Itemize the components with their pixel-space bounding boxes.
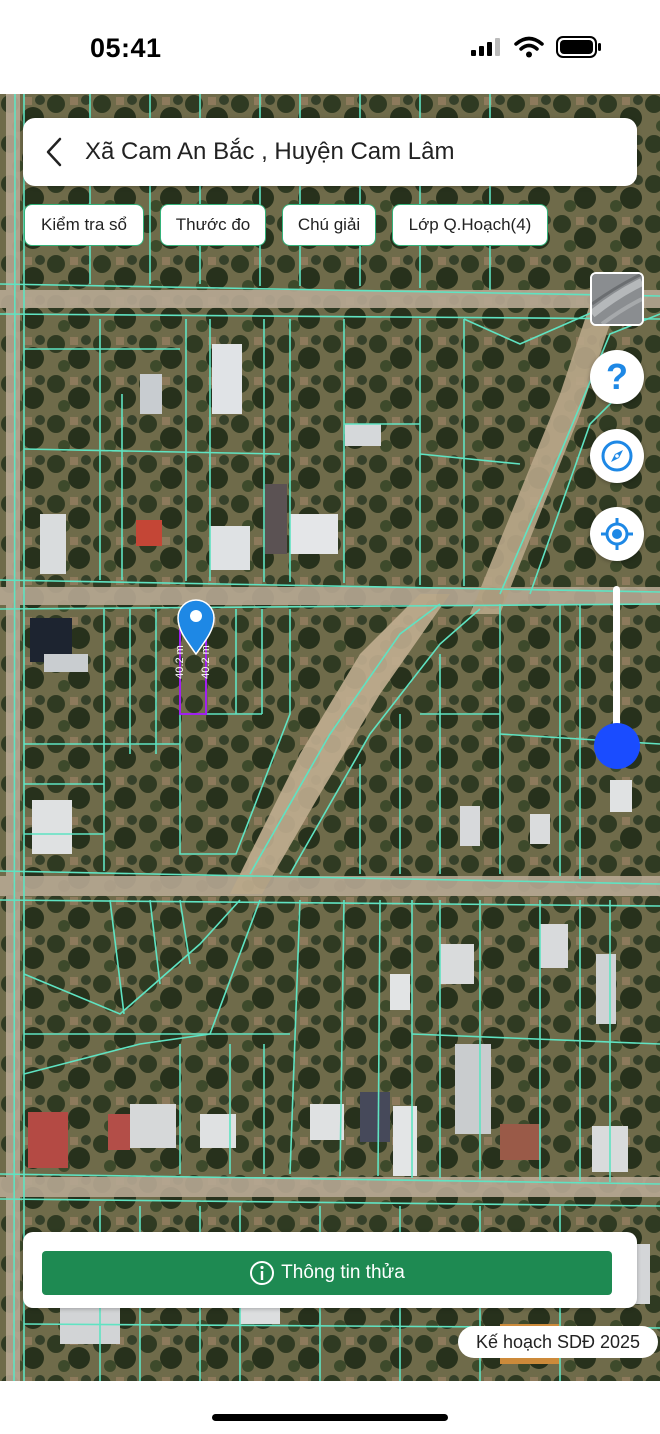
map-layer-switch[interactable] xyxy=(590,272,644,326)
info-icon xyxy=(250,1261,275,1285)
status-icons xyxy=(470,36,602,58)
locate-button[interactable] xyxy=(590,507,644,561)
parcel-measure-right: 40.2 m xyxy=(200,645,212,679)
map-layer-thumbnail-icon xyxy=(592,274,642,324)
compass-icon xyxy=(601,440,633,472)
parcel-info-button[interactable]: Thông tin thửa xyxy=(42,1251,612,1295)
chip-planning-layers[interactable]: Lớp Q.Hoạch(4) xyxy=(392,204,548,246)
locate-icon xyxy=(601,518,633,550)
chip-check-book[interactable]: Kiểm tra sổ xyxy=(24,204,144,246)
battery-icon xyxy=(556,36,601,58)
chevron-left-icon xyxy=(46,137,62,167)
compass-button[interactable] xyxy=(590,429,644,483)
chip-ruler[interactable]: Thước đo xyxy=(160,204,266,246)
wifi-icon xyxy=(514,36,544,58)
help-button[interactable]: ? xyxy=(590,350,644,404)
header-bar: Xã Cam An Bắc , Huyện Cam Lâm xyxy=(23,118,637,186)
parcel-info-label: Thông tin thửa xyxy=(281,1262,405,1283)
zoom-slider-track[interactable] xyxy=(613,586,620,746)
satellite-map xyxy=(0,94,660,1381)
status-bar: 05:41 xyxy=(0,0,660,94)
location-title: Xã Cam An Bắc , Huyện Cam Lâm xyxy=(85,138,455,165)
plan-badge: Kế hoạch SDĐ 2025 xyxy=(458,1326,658,1358)
parcel-measure-left: 40.2 m xyxy=(174,645,186,679)
help-icon: ? xyxy=(606,356,628,397)
home-indicator xyxy=(212,1414,448,1421)
signal-icon xyxy=(471,38,500,56)
status-time: 05:41 xyxy=(90,33,162,63)
back-button[interactable] xyxy=(23,118,85,186)
zoom-slider-thumb[interactable] xyxy=(594,723,640,769)
chip-legend[interactable]: Chú giải xyxy=(282,204,376,246)
map-view[interactable]: 40.2 m 40.2 m xyxy=(0,94,660,1381)
bottom-panel: Thông tin thửa xyxy=(23,1232,637,1308)
